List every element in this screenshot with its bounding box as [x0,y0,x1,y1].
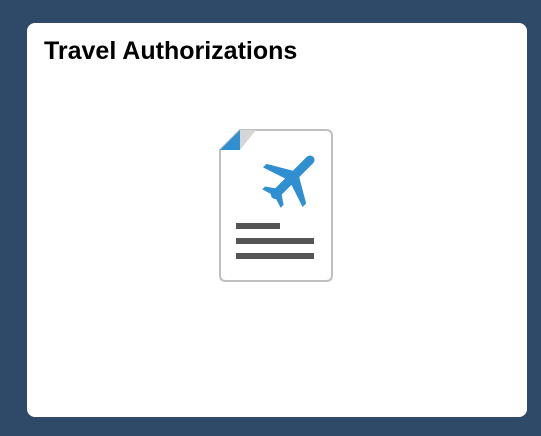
travel-authorizations-tile[interactable]: Travel Authorizations [27,23,527,417]
tile-title: Travel Authorizations [44,37,298,65]
travel-document-airplane-icon [219,129,333,282]
tile-page-background: Travel Authorizations [0,0,541,436]
